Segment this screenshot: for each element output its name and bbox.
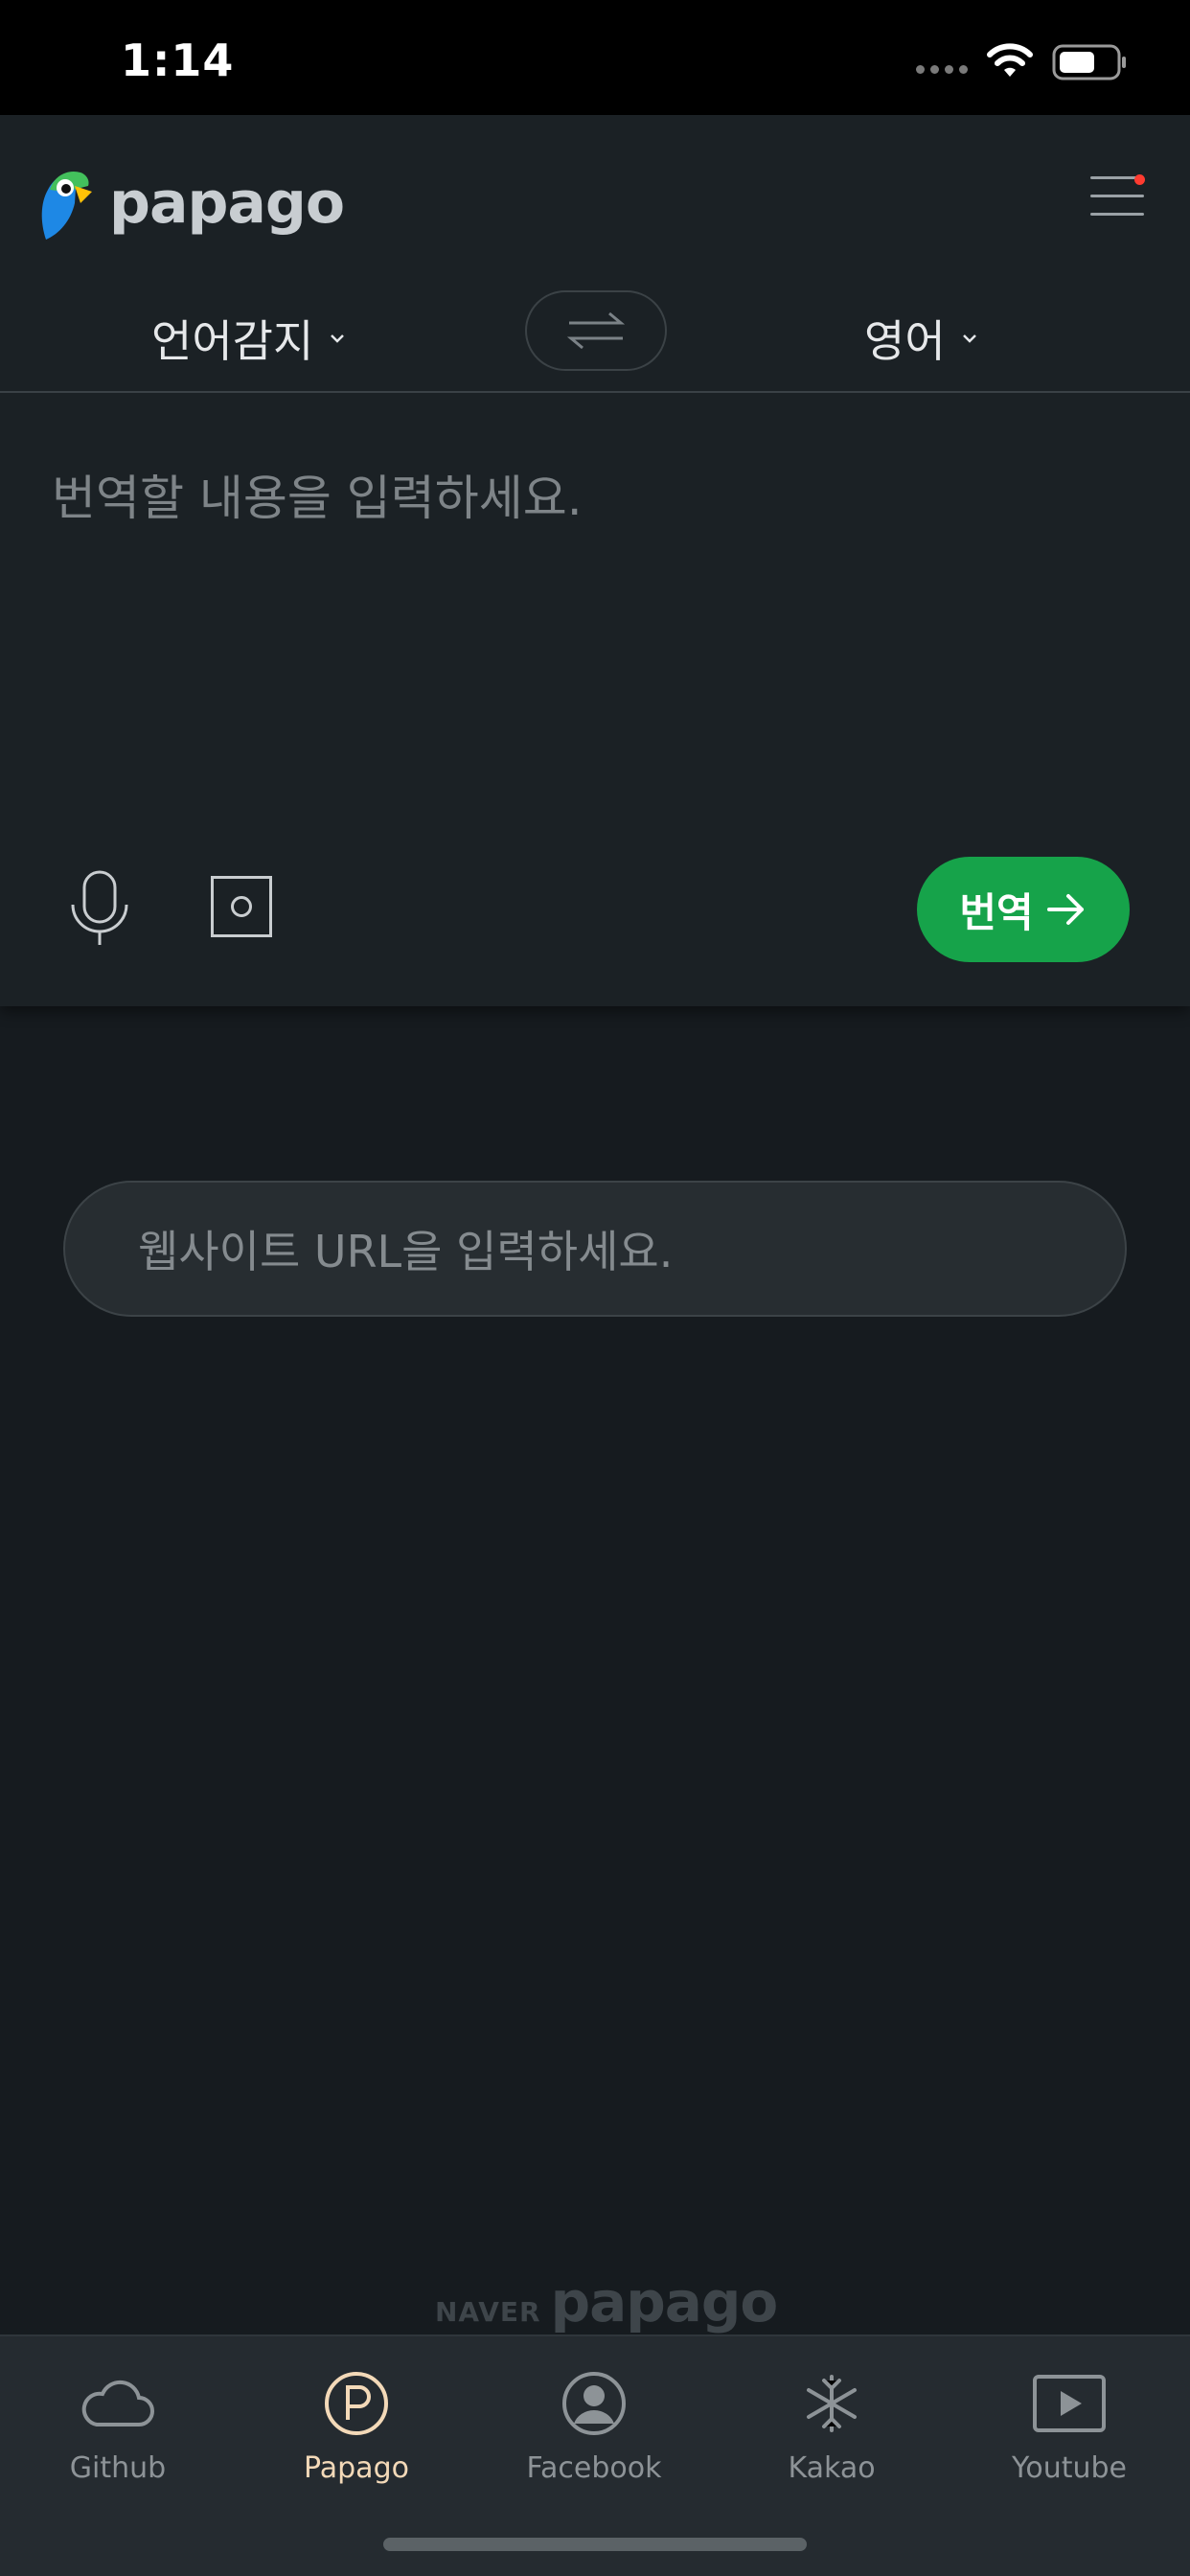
logo-text: papago (109, 170, 345, 237)
status-time: 1:14 (121, 34, 235, 86)
papago-p-icon (325, 2372, 388, 2435)
target-language-dropdown[interactable]: 영어 (864, 307, 978, 370)
source-text-input[interactable]: 번역할 내용을 입력하세요. (52, 460, 1134, 529)
camera-icon[interactable] (211, 876, 272, 937)
user-circle-icon (562, 2372, 626, 2435)
tab-papago[interactable]: Papago (241, 2365, 471, 2485)
tab-label: Kakao (788, 2451, 876, 2485)
tab-label: Facebook (526, 2451, 662, 2485)
naver-label: NAVER (435, 2296, 541, 2328)
swap-icon (566, 311, 626, 350)
tab-label: Papago (304, 2451, 409, 2485)
tab-youtube[interactable]: Youtube (954, 2365, 1184, 2485)
parrot-icon (41, 171, 92, 240)
source-language-label: 언어감지 (151, 315, 314, 367)
signal-icon (916, 65, 968, 74)
chevron-down-icon (962, 334, 976, 343)
notification-dot (1134, 174, 1145, 185)
divider (0, 391, 1190, 393)
play-icon (1033, 2375, 1106, 2432)
tab-github[interactable]: Github (3, 2365, 233, 2485)
wifi-icon (987, 43, 1033, 77)
tab-kakao[interactable]: Kakao (717, 2365, 947, 2485)
website-url-placeholder: 웹사이트 URL을 입력하세요. (138, 1226, 674, 1277)
naver-papago-logo: NAVER papago (435, 2269, 779, 2334)
chevron-down-icon (331, 334, 345, 343)
papago-logo[interactable]: papago (36, 165, 345, 242)
home-indicator[interactable] (383, 2538, 807, 2551)
tab-label: Youtube (1012, 2451, 1127, 2485)
papago-label: papago (550, 2269, 779, 2334)
source-language-dropdown[interactable]: 언어감지 (151, 307, 346, 370)
website-url-input[interactable]: 웹사이트 URL을 입력하세요. (63, 1181, 1127, 1317)
snowflake-icon (807, 2375, 857, 2432)
microphone-icon[interactable] (65, 868, 134, 947)
tab-label: Github (69, 2451, 167, 2485)
arrow-right-icon (1046, 894, 1084, 925)
tab-facebook[interactable]: Facebook (479, 2365, 709, 2485)
translate-button-label: 번역 (959, 888, 1034, 936)
swap-languages-button[interactable] (525, 290, 667, 371)
status-bar: 1:14 (0, 0, 1190, 115)
source-text-placeholder: 번역할 내용을 입력하세요. (52, 471, 583, 526)
battery-icon (1052, 44, 1126, 80)
target-language-label: 영어 (864, 315, 946, 367)
cloud-icon (81, 2380, 154, 2426)
translate-button[interactable]: 번역 (917, 857, 1130, 962)
